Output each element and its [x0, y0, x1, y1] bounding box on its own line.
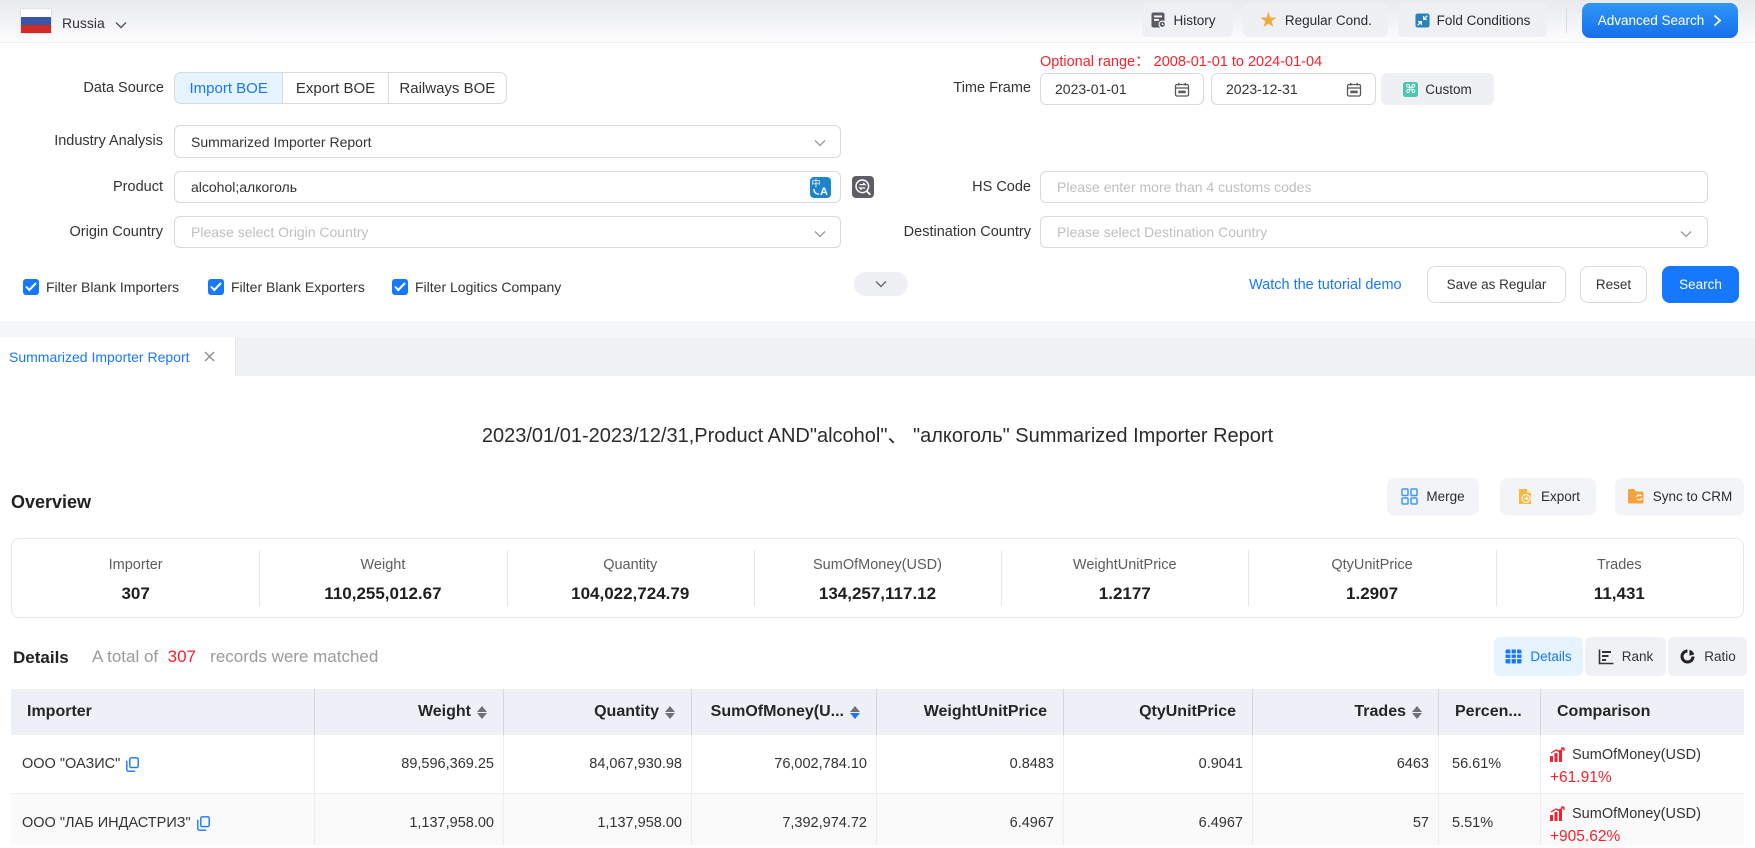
svg-text:A: A: [820, 186, 828, 198]
